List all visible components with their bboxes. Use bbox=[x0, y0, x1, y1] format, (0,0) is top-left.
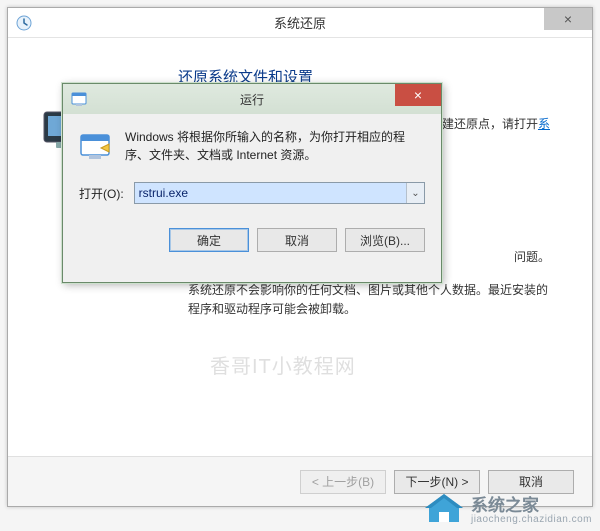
chevron-down-icon: ⌄ bbox=[411, 188, 419, 199]
run-dialog: 运行 × Windows 将根据你所输入的名称，为你打开相应的程序、文件夹、文档… bbox=[62, 83, 442, 283]
run-title: 运行 bbox=[63, 91, 441, 108]
watermark-url: jiaocheng.chazidian.com bbox=[471, 514, 592, 525]
restore-point-hint: 创建还原点，请打开系 bbox=[430, 115, 550, 132]
run-cancel-button[interactable]: 取消 bbox=[257, 228, 337, 252]
run-close-button[interactable]: × bbox=[395, 84, 441, 106]
open-input[interactable] bbox=[135, 183, 406, 203]
restore-note: 系统还原不会影响你的任何文档、图片或其他个人数据。最近安装的程序和驱动程序可能会… bbox=[188, 281, 552, 319]
system-restore-titlebar: 系统还原 × bbox=[8, 8, 592, 38]
issue-text-tail: 问题。 bbox=[514, 248, 550, 265]
run-body: Windows 将根据你所输入的名称，为你打开相应的程序、文件夹、文档或 Int… bbox=[63, 114, 441, 262]
open-combobox[interactable]: ⌄ bbox=[134, 182, 425, 204]
open-label: 打开(O): bbox=[79, 185, 124, 202]
run-hero-icon bbox=[79, 130, 113, 164]
run-titlebar: 运行 × bbox=[63, 84, 441, 114]
system-protection-link[interactable]: 系 bbox=[538, 117, 550, 131]
system-restore-title: 系统还原 bbox=[8, 13, 592, 32]
wizard-footer: < 上一步(B) 下一步(N) > 取消 bbox=[8, 456, 592, 506]
run-open-row: 打开(O): ⌄ bbox=[79, 182, 425, 204]
run-button-row: 确定 取消 浏览(B)... bbox=[79, 228, 425, 252]
ok-button[interactable]: 确定 bbox=[169, 228, 249, 252]
cancel-button[interactable]: 取消 bbox=[488, 470, 574, 494]
browse-button[interactable]: 浏览(B)... bbox=[345, 228, 425, 252]
system-restore-close-button[interactable]: × bbox=[544, 8, 592, 30]
close-icon: × bbox=[564, 11, 572, 27]
close-icon: × bbox=[414, 87, 422, 103]
run-description: Windows 将根据你所输入的名称，为你打开相应的程序、文件夹、文档或 Int… bbox=[125, 128, 425, 164]
next-button[interactable]: 下一步(N) > bbox=[394, 470, 480, 494]
open-dropdown-button[interactable]: ⌄ bbox=[406, 183, 424, 203]
back-button: < 上一步(B) bbox=[300, 470, 386, 494]
